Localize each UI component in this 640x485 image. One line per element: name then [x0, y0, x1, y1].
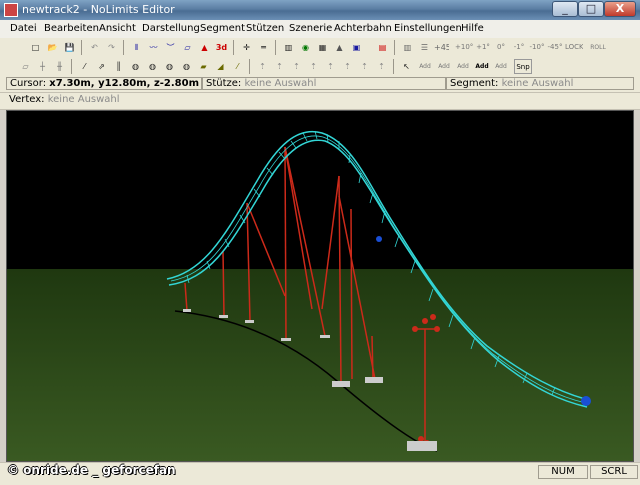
segment-icon[interactable]: ▱ — [18, 59, 33, 74]
menu-datei[interactable]: Datei — [10, 23, 37, 34]
tool-cylinder1-icon[interactable]: ◍ — [128, 59, 143, 74]
segment-readout: Segment: keine Auswahl — [446, 77, 634, 90]
footer-8-icon[interactable]: ⇡ — [374, 59, 389, 74]
rotate-minus1-button[interactable]: -10° — [529, 40, 545, 55]
vertex-readout: Vertex: keine Auswahl — [6, 94, 634, 107]
window-title: newtrack2 - NoLimits Editor — [22, 3, 175, 16]
roll-button[interactable] — [609, 40, 629, 55]
rotate-minus10-button[interactable]: -45° — [546, 40, 564, 55]
add-5-button[interactable]: Add — [492, 59, 510, 74]
panel-icon[interactable]: ▥ — [400, 40, 415, 55]
tool-cylinder2-icon[interactable]: ◍ — [145, 59, 160, 74]
sky — [7, 111, 633, 271]
rotate-zero-button[interactable]: -1° — [511, 40, 527, 55]
snap-button[interactable]: Snp — [514, 59, 532, 74]
3d-view-icon[interactable]: 3d — [214, 40, 229, 55]
redo-icon[interactable]: ↷ — [104, 40, 119, 55]
track-grid-icon[interactable]: ⦀ — [129, 40, 144, 55]
panel-alt-icon[interactable]: ☰ — [417, 40, 432, 55]
menu-achterbahn[interactable]: Achterbahn — [334, 23, 392, 34]
ground — [7, 269, 633, 461]
tool-diag-icon[interactable]: ⁄ — [230, 59, 245, 74]
tool-beam-icon[interactable]: ▰ — [196, 59, 211, 74]
tool-cylinder4-icon[interactable]: ◍ — [179, 59, 194, 74]
scrl-indicator: SCRL — [590, 465, 638, 479]
stop-icon[interactable]: ▲ — [332, 40, 347, 55]
train-icon[interactable]: ▲ — [197, 40, 212, 55]
brake-icon[interactable]: ▦ — [315, 40, 330, 55]
vertex-marker — [376, 236, 382, 242]
scene-svg — [7, 111, 633, 461]
tool-wedge-icon[interactable]: ◢ — [213, 59, 228, 74]
footer-4-icon[interactable]: ⇡ — [306, 59, 321, 74]
cursor-readout: Cursor: x7.30m, y12.80m, z-2.80m — [6, 77, 202, 90]
tool-pillar-icon[interactable]: ║ — [111, 59, 126, 74]
add-2-button[interactable]: Add — [435, 59, 453, 74]
crosshair-icon[interactable]: ✛ — [239, 40, 254, 55]
vertex-bar: Vertex: keine Auswahl — [0, 93, 640, 110]
add-1-button[interactable]: Add — [416, 59, 434, 74]
track-curve-icon[interactable]: ︶ — [163, 40, 178, 55]
tool-cylinder3-icon[interactable]: ◍ — [162, 59, 177, 74]
watermark: © onride.de _ geforcefan — [7, 463, 176, 477]
secondary-toolbar: ▱ ┼ ╫ ⁄ ⇗ ║ ◍ ◍ ◍ ◍ ▰ ◢ ⁄ ⇡ ⇡ ⇡ ⇡ ⇡ ⇡ ⇡ … — [0, 57, 640, 77]
rotate-minus45-button[interactable]: LOCK — [565, 40, 583, 55]
footer-2-icon[interactable]: ⇡ — [272, 59, 287, 74]
track-flat-icon[interactable]: ▱ — [180, 40, 195, 55]
list-icon[interactable]: +45° — [434, 40, 449, 55]
lock-button[interactable]: ROLL — [589, 40, 607, 55]
station-icon[interactable]: ▤ — [375, 40, 390, 55]
close-button[interactable]: X — [604, 1, 636, 17]
tool-line-icon[interactable]: ⁄ — [77, 59, 92, 74]
save-icon[interactable]: 💾 — [62, 40, 77, 55]
footer-5-icon[interactable]: ⇡ — [323, 59, 338, 74]
footer-1-icon[interactable]: ⇡ — [255, 59, 270, 74]
open-folder-icon[interactable]: 📂 — [45, 40, 60, 55]
rotate-plus1-button[interactable]: 0° — [493, 40, 509, 55]
menu-einstellungen[interactable]: Einstellungen — [394, 23, 462, 34]
stuetze-readout: Stütze: keine Auswahl — [202, 77, 446, 90]
menu-bearbeiten[interactable]: Bearbeiten — [44, 23, 99, 34]
num-indicator: NUM — [538, 465, 588, 479]
undo-icon[interactable]: ↶ — [87, 40, 102, 55]
pyramid-icon[interactable]: ▣ — [349, 40, 364, 55]
node-icon[interactable]: ┼ — [35, 59, 50, 74]
main-toolbar: □ 📂 💾 ↶ ↷ ⦀ 〰 ︶ ▱ ▲ 3d ✛ ═ ▥ ◉ ▦ ▲ ▣ ▤ ▥… — [0, 38, 640, 58]
add-3-button[interactable]: Add — [454, 59, 472, 74]
menu-szenerie[interactable]: Szenerie — [289, 23, 332, 34]
footer-7-icon[interactable]: ⇡ — [357, 59, 372, 74]
block-icon[interactable]: ▥ — [281, 40, 296, 55]
minimize-button[interactable]: _ — [552, 1, 578, 17]
info-bar: Cursor: x7.30m, y12.80m, z-2.80m Stütze:… — [0, 76, 640, 93]
maximize-button[interactable]: □ — [578, 1, 604, 17]
node-split-icon[interactable]: ╫ — [52, 59, 67, 74]
bar-icon[interactable]: ═ — [256, 40, 271, 55]
menu-stuetzen[interactable]: Stützen — [246, 23, 284, 34]
menu-bar: Datei Bearbeiten Ansicht Darstellung Seg… — [0, 20, 640, 39]
add-4-button[interactable]: Add — [473, 59, 491, 74]
track-wave-icon[interactable]: 〰 — [146, 40, 161, 55]
footer-3-icon[interactable]: ⇡ — [289, 59, 304, 74]
signal-icon[interactable]: ◉ — [298, 40, 313, 55]
app-icon — [4, 3, 18, 17]
rotate-plus10-button[interactable]: +1° — [474, 40, 492, 55]
title-bar: newtrack2 - NoLimits Editor _ □ X — [0, 0, 640, 20]
tool-arrow-icon[interactable]: ⇗ — [94, 59, 109, 74]
select-cursor-icon[interactable]: ↖ — [399, 59, 414, 74]
menu-segment[interactable]: Segment — [200, 23, 245, 34]
3d-viewport[interactable] — [6, 110, 634, 462]
new-file-icon[interactable]: □ — [28, 40, 43, 55]
footer-6-icon[interactable]: ⇡ — [340, 59, 355, 74]
rotate-plus45-button[interactable]: +10° — [455, 40, 473, 55]
menu-hilfe[interactable]: Hilfe — [461, 23, 484, 34]
menu-ansicht[interactable]: Ansicht — [99, 23, 136, 34]
menu-darstellung[interactable]: Darstellung — [142, 23, 200, 34]
train-marker — [581, 396, 591, 406]
